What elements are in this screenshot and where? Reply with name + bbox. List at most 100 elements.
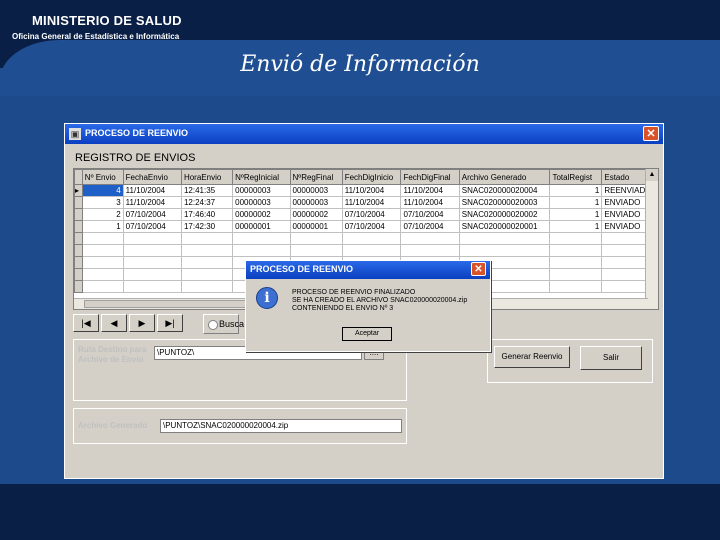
table-row[interactable]: 1 07/10/2004 17:42:30 00000001 00000001 07/10… [74, 220, 658, 233]
table-cell[interactable]: 11/10/2004 [122, 196, 182, 209]
table-cell[interactable]: 00000001 [289, 220, 343, 233]
close-icon[interactable]: ✕ [643, 126, 659, 141]
table-cell[interactable]: 00000002 [289, 208, 343, 221]
record-navigator: |◀ ◀ ▶ ▶| [73, 314, 203, 334]
table-cell[interactable]: 11/10/2004 [341, 196, 402, 209]
search-label: Busca [219, 319, 245, 329]
table-cell[interactable]: 00000002 [232, 208, 291, 221]
table-cell[interactable]: 11/10/2004 [400, 184, 460, 197]
empty-cell [549, 268, 603, 281]
table-cell[interactable]: SNAC020000020004 [458, 184, 551, 197]
table-cell[interactable]: 4 [81, 184, 124, 197]
empty-cell [232, 232, 291, 245]
empty-cell [549, 256, 603, 269]
search-radio[interactable] [208, 320, 218, 330]
table-cell[interactable]: 11/10/2004 [122, 184, 182, 197]
table-cell[interactable]: 11/10/2004 [341, 184, 402, 197]
row-selector[interactable] [74, 208, 83, 221]
office-name: Oficina General de Estadística e Informá… [12, 32, 180, 41]
empty-cell [74, 268, 83, 281]
destino-label: Ruta Destino para Archivo de Envio [78, 345, 147, 364]
row-selector-header [74, 169, 83, 185]
table-cell[interactable]: 1 [549, 196, 603, 209]
table-cell[interactable]: 00000003 [232, 196, 291, 209]
next-record-button[interactable]: ▶ [129, 314, 155, 332]
aceptar-button[interactable]: Aceptar [342, 327, 392, 341]
column-header[interactable]: HoraEnvio [180, 169, 234, 185]
table-cell[interactable]: 00000003 [232, 184, 291, 197]
vertical-scrollbar[interactable]: ▲ [645, 169, 658, 309]
salir-button[interactable]: Salir [580, 346, 642, 370]
table-cell[interactable]: 1 [549, 184, 603, 197]
info-icon: i [256, 287, 278, 309]
close-icon[interactable]: ✕ [471, 262, 486, 276]
table-cell[interactable]: SNAC020000020002 [458, 208, 551, 221]
table-cell[interactable]: 17:46:40 [180, 208, 234, 221]
window-titlebar[interactable]: ▣ PROCESO DE REENVIO ✕ [65, 124, 663, 144]
column-header[interactable]: Nº Envio [81, 169, 124, 185]
column-header[interactable]: Archivo Generado [458, 169, 551, 185]
dialog-title: PROCESO DE REENVIO [250, 264, 354, 274]
empty-cell [400, 232, 460, 245]
table-row[interactable]: ▸ 4 11/10/2004 12:41:35 00000003 00000003 11/1… [74, 184, 658, 197]
table-row[interactable]: 2 07/10/2004 17:46:40 00000002 00000002 07/10… [74, 208, 658, 221]
column-header[interactable]: TotalRegist [549, 169, 603, 185]
column-header[interactable]: NºRegFinal [289, 169, 343, 185]
empty-cell [122, 232, 182, 245]
archivo-label: Archivo Generado [78, 421, 148, 430]
row-selector[interactable] [74, 196, 83, 209]
table-cell[interactable]: 1 [81, 220, 124, 233]
empty-cell [341, 232, 402, 245]
current-row-indicator[interactable]: ▸ [74, 184, 83, 197]
table-cell[interactable]: 07/10/2004 [400, 220, 460, 233]
dialog-message-line3: CONTENIENDO EL ENVIO Nº 3 [292, 305, 394, 312]
empty-cell [122, 268, 182, 281]
table-cell[interactable]: 00000003 [289, 184, 343, 197]
table-cell[interactable]: 11/10/2004 [400, 196, 460, 209]
first-record-button[interactable]: |◀ [73, 314, 99, 332]
empty-cell [549, 244, 603, 257]
empty-cell [549, 232, 603, 245]
table-cell[interactable]: 2 [81, 208, 124, 221]
table-cell[interactable]: 07/10/2004 [122, 208, 182, 221]
column-header[interactable]: FechDigFinal [400, 169, 460, 185]
empty-cell [81, 244, 124, 257]
table-cell[interactable]: 07/10/2004 [341, 208, 402, 221]
table-cell[interactable]: 00000003 [289, 196, 343, 209]
empty-cell [458, 232, 551, 245]
table-cell[interactable]: 00000001 [232, 220, 291, 233]
prev-record-button[interactable]: ◀ [101, 314, 127, 332]
table-cell[interactable]: SNAC020000020003 [458, 196, 551, 209]
empty-cell [232, 244, 291, 257]
table-cell[interactable]: 12:41:35 [180, 184, 234, 197]
slide-title: Envió de Información [240, 52, 480, 77]
table-cell[interactable]: 12:24:37 [180, 196, 234, 209]
table-cell[interactable]: 1 [549, 208, 603, 221]
empty-cell [74, 256, 83, 269]
search-option[interactable]: Busca [203, 314, 244, 334]
table-cell[interactable]: 1 [549, 220, 603, 233]
grid-header-row: Nº Envio FechaEnvio HoraEnvio NºRegInicial N… [74, 169, 658, 185]
empty-cell [289, 232, 343, 245]
table-cell[interactable]: 07/10/2004 [122, 220, 182, 233]
empty-cell [122, 256, 182, 269]
column-header[interactable]: FechaEnvio [122, 169, 182, 185]
empty-cell [289, 244, 343, 257]
column-header[interactable]: FechDigInicio [341, 169, 402, 185]
scroll-up-icon[interactable]: ▲ [646, 169, 658, 181]
column-header[interactable]: NºRegInicial [232, 169, 291, 185]
empty-cell [549, 280, 603, 293]
table-cell[interactable]: 3 [81, 196, 124, 209]
archivo-input[interactable]: \PUNTOZ\SNAC020000020004.zip [160, 419, 402, 433]
last-record-button[interactable]: ▶| [157, 314, 183, 332]
table-cell[interactable]: 17:42:30 [180, 220, 234, 233]
generar-reenvio-button[interactable]: Generar Reenvio [494, 346, 570, 368]
empty-cell [341, 244, 402, 257]
table-row[interactable]: 3 11/10/2004 12:24:37 00000003 00000003 11/10… [74, 196, 658, 209]
empty-cell [180, 280, 234, 293]
table-cell[interactable]: SNAC020000020001 [458, 220, 551, 233]
dialog-titlebar[interactable]: PROCESO DE REENVIO ✕ [246, 261, 490, 279]
table-cell[interactable]: 07/10/2004 [341, 220, 402, 233]
row-selector[interactable] [74, 220, 83, 233]
table-cell[interactable]: 07/10/2004 [400, 208, 460, 221]
